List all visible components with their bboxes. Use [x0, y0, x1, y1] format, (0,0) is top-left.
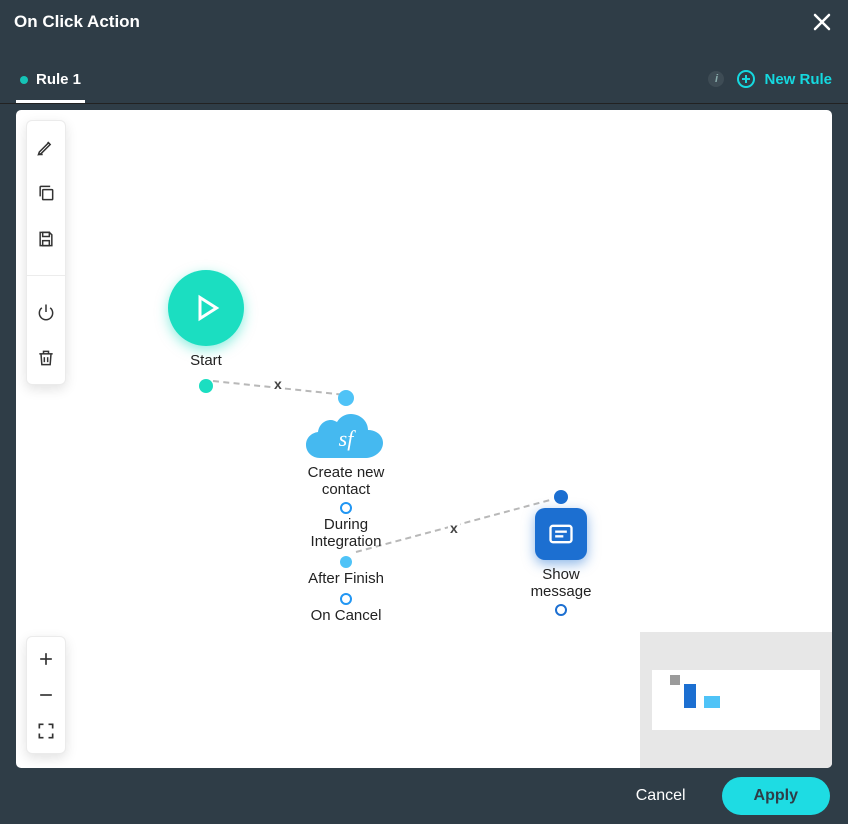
cancel-button[interactable]: Cancel [630, 786, 692, 806]
fit-button[interactable] [34, 719, 58, 743]
zoom-in-button[interactable] [34, 647, 58, 671]
output-port-after-finish[interactable] [340, 556, 352, 568]
output-port-on-cancel[interactable] [340, 593, 352, 605]
port-label: On Cancel [311, 607, 382, 624]
save-button[interactable] [34, 227, 58, 251]
flow-canvas[interactable]: x x Start sf Create new contact [16, 110, 832, 768]
close-button[interactable] [810, 10, 834, 34]
tab-actions: i New Rule [708, 69, 832, 103]
plus-circle-icon [736, 69, 756, 89]
apply-button[interactable]: Apply [722, 777, 830, 815]
tab-rule-1[interactable]: Rule 1 [16, 71, 85, 103]
play-icon [188, 290, 224, 326]
minimap-node [670, 675, 680, 685]
new-rule-button[interactable]: New Rule [736, 69, 832, 89]
canvas-area: x x Start sf Create new contact [0, 104, 848, 768]
on-click-action-modal: On Click Action Rule 1 i New Rule [0, 0, 848, 824]
node-label: Create new contact [286, 464, 406, 498]
info-icon[interactable]: i [708, 71, 724, 87]
zoom-toolbar [26, 636, 66, 754]
node-label: Start [190, 352, 222, 369]
new-rule-label: New Rule [764, 71, 832, 88]
fullscreen-icon [36, 721, 56, 741]
message-icon-box [535, 508, 587, 560]
copy-button[interactable] [34, 181, 58, 205]
input-port[interactable] [554, 490, 568, 504]
toolbar-separator [27, 275, 65, 276]
port-label: After Finish [308, 570, 384, 587]
output-port[interactable] [199, 379, 213, 393]
minimap-viewport [652, 670, 820, 730]
tab-bar: Rule 1 i New Rule [0, 44, 848, 104]
tabs: Rule 1 [16, 44, 85, 103]
canvas-toolbar [26, 120, 66, 385]
salesforce-glyph: sf [306, 426, 386, 452]
modal-footer: Cancel Apply [0, 768, 848, 824]
delete-button[interactable] [34, 346, 58, 370]
output-port[interactable] [555, 604, 567, 616]
power-button[interactable] [34, 300, 58, 324]
save-icon [36, 229, 56, 249]
edge-delete-button[interactable]: x [448, 520, 460, 536]
power-icon [36, 302, 56, 322]
trash-icon [36, 348, 56, 368]
minimap-node [704, 696, 720, 708]
edit-button[interactable] [34, 135, 58, 159]
titlebar: On Click Action [0, 0, 848, 44]
start-icon-circle [168, 270, 244, 346]
edge-delete-button[interactable]: x [272, 376, 284, 392]
pencil-icon [36, 137, 56, 157]
node-label: Show message [516, 566, 606, 600]
minimap-node [684, 684, 696, 708]
message-icon [547, 520, 575, 548]
minimap[interactable] [640, 632, 832, 768]
copy-icon [36, 183, 56, 203]
port-label: During Integration [311, 516, 382, 550]
plus-icon [36, 649, 56, 669]
output-port-during[interactable] [340, 502, 352, 514]
zoom-out-button[interactable] [34, 683, 58, 707]
close-icon [812, 12, 832, 32]
node-show-message[interactable]: Show message [516, 490, 606, 616]
node-create-contact[interactable]: sf Create new contact During Integration… [286, 390, 406, 624]
minus-icon [36, 685, 56, 705]
active-dot-icon [20, 76, 28, 84]
tab-label: Rule 1 [36, 71, 81, 88]
modal-title: On Click Action [14, 12, 140, 32]
input-port[interactable] [338, 390, 354, 406]
cloud-icon: sf [306, 408, 386, 460]
node-start[interactable]: Start [168, 270, 244, 393]
